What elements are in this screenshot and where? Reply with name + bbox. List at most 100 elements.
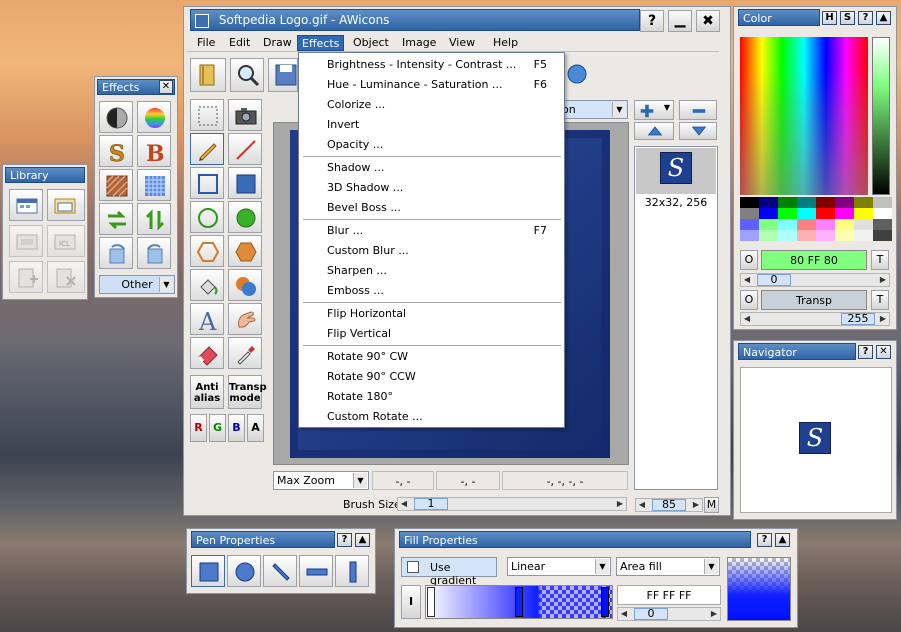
- library-add-button[interactable]: [9, 261, 43, 293]
- palette-swatch[interactable]: [778, 197, 797, 208]
- fill-mode-combo[interactable]: Area fill ▼: [616, 557, 720, 576]
- arrow-left-icon[interactable]: ◀: [636, 499, 648, 511]
- fill-pin-button[interactable]: ▲: [775, 533, 790, 547]
- color-pin-button[interactable]: ▲: [876, 11, 891, 25]
- use-gradient-checkbox[interactable]: Use gradient: [401, 557, 497, 587]
- menu-colorize[interactable]: Colorize ...: [327, 95, 561, 115]
- gradient-alpha-thumb[interactable]: 0: [634, 608, 668, 620]
- menu-hue[interactable]: Hue - Luminance - Saturation ... F6: [327, 75, 561, 95]
- menu-edit[interactable]: Edit: [225, 35, 254, 51]
- smudge-tool[interactable]: [228, 303, 262, 335]
- menu-blur[interactable]: Blur ... F7: [327, 221, 561, 241]
- palette-swatch[interactable]: [835, 197, 854, 208]
- polygon-outline-tool[interactable]: [190, 235, 224, 267]
- menu-view[interactable]: View: [445, 35, 479, 51]
- arrow-right-icon[interactable]: ▶: [708, 608, 720, 620]
- palette-swatch[interactable]: [778, 230, 797, 241]
- gradient-stop-mid[interactable]: [515, 587, 523, 617]
- replace-color-tool[interactable]: [228, 269, 262, 301]
- globe-button[interactable]: [566, 58, 588, 92]
- arrow-right-icon[interactable]: ▶: [877, 313, 889, 325]
- help-button[interactable]: ?: [640, 10, 664, 32]
- ellipse-outline-tool[interactable]: [190, 201, 224, 233]
- menu-effects[interactable]: Effects: [297, 35, 345, 51]
- palette-swatch[interactable]: [816, 219, 835, 230]
- icon-list-scroll-thumb[interactable]: 85: [652, 499, 686, 511]
- effect-shadow-text-button[interactable]: S: [99, 135, 133, 167]
- back-alpha-thumb[interactable]: 255: [841, 313, 875, 325]
- color-picker-tool[interactable]: [228, 337, 262, 369]
- chevron-down-icon[interactable]: ▼: [595, 559, 609, 574]
- channel-a-toggle[interactable]: A: [247, 414, 264, 442]
- palette-swatch[interactable]: [797, 208, 816, 219]
- navigator-titlebar[interactable]: Navigator: [738, 343, 856, 360]
- arrow-right-icon[interactable]: ▶: [690, 499, 702, 511]
- menu-flip-vertical[interactable]: Flip Vertical: [327, 324, 561, 344]
- library-remove-button[interactable]: [47, 261, 85, 293]
- effects-close-button[interactable]: ✕: [159, 80, 173, 94]
- fore-alpha-thumb[interactable]: 0: [757, 274, 791, 286]
- navigator-close-button[interactable]: ✕: [876, 345, 891, 359]
- menu-rotate-180[interactable]: Rotate 180°: [327, 387, 561, 407]
- menu-3d-shadow[interactable]: 3D Shadow ...: [327, 178, 561, 198]
- pen-help-button[interactable]: ?: [337, 533, 352, 547]
- arrow-left-icon[interactable]: ◀: [741, 274, 753, 286]
- zoom-button[interactable]: [230, 58, 264, 92]
- pencil-tool[interactable]: [190, 133, 224, 165]
- effect-rainbow-button[interactable]: [137, 101, 171, 133]
- menu-custom-rotate[interactable]: Custom Rotate ...: [327, 407, 561, 427]
- arrow-left-icon[interactable]: ◀: [398, 498, 410, 510]
- menu-object[interactable]: Object: [349, 35, 393, 51]
- polygon-filled-tool[interactable]: [228, 235, 262, 267]
- palette-swatch[interactable]: [759, 219, 778, 230]
- menu-sharpen[interactable]: Sharpen ...: [327, 261, 561, 281]
- menu-emboss[interactable]: Emboss ...: [327, 281, 561, 301]
- palette-swatch[interactable]: [835, 219, 854, 230]
- chevron-down-icon[interactable]: ▼: [704, 559, 718, 574]
- rect-filled-tool[interactable]: [228, 167, 262, 199]
- palette-swatch[interactable]: [740, 197, 759, 208]
- effects-other-combo[interactable]: Other ▼: [99, 275, 175, 294]
- remove-image-button[interactable]: [679, 100, 717, 120]
- gradient-type-combo[interactable]: Linear ▼: [507, 557, 611, 576]
- invert-gradient-button[interactable]: I: [401, 585, 421, 619]
- back-color-swatch[interactable]: Transp: [761, 290, 867, 310]
- palette-swatch[interactable]: [778, 208, 797, 219]
- line-tool[interactable]: [228, 133, 262, 165]
- color-titlebar[interactable]: Color: [738, 9, 820, 26]
- pen-diagonal-brush[interactable]: [263, 555, 297, 587]
- menu-custom-blur[interactable]: Custom Blur ...: [327, 241, 561, 261]
- capture-tool[interactable]: [228, 99, 262, 131]
- menu-rotate-ccw[interactable]: Rotate 90° CCW: [327, 367, 561, 387]
- eraser-tool[interactable]: [190, 337, 224, 369]
- palette-swatch[interactable]: [778, 219, 797, 230]
- color-spectrum[interactable]: [740, 37, 868, 195]
- palette-swatch[interactable]: [816, 197, 835, 208]
- menu-opacity[interactable]: Opacity ...: [327, 135, 561, 155]
- add-image-button[interactable]: ▼: [634, 100, 674, 120]
- fore-alpha-slider[interactable]: ◀ 0 ▶: [740, 273, 890, 287]
- fore-t-button[interactable]: T: [871, 250, 889, 270]
- effects-titlebar[interactable]: Effects ✕: [97, 79, 175, 95]
- brush-size-slider[interactable]: ◀ 1 ▶: [397, 497, 627, 511]
- menu-image[interactable]: Image: [398, 35, 440, 51]
- palette-swatch[interactable]: [873, 219, 892, 230]
- channel-b-toggle[interactable]: B: [228, 414, 245, 442]
- palette-swatch[interactable]: [759, 208, 778, 219]
- back-alpha-slider[interactable]: ◀ 255 ▶: [740, 312, 890, 326]
- channel-g-toggle[interactable]: G: [209, 414, 226, 442]
- library-icl-button[interactable]: ICL: [47, 225, 85, 257]
- fill-help-button[interactable]: ?: [757, 533, 772, 547]
- pen-vertical-brush[interactable]: [335, 555, 369, 587]
- fill-tool[interactable]: [190, 269, 224, 301]
- antialias-toggle[interactable]: Anti alias: [190, 375, 224, 409]
- rect-outline-tool[interactable]: [190, 167, 224, 199]
- color-s-button[interactable]: S: [840, 11, 855, 25]
- back-o-button[interactable]: O: [740, 290, 758, 310]
- effect-emboss-text-button[interactable]: B: [137, 135, 171, 167]
- luminance-bar[interactable]: [872, 37, 890, 195]
- palette-swatch[interactable]: [816, 230, 835, 241]
- palette-swatch[interactable]: [854, 219, 873, 230]
- icon-list-scrollbar[interactable]: ◀ 85 ▶: [635, 498, 703, 512]
- navigator-help-button[interactable]: ?: [858, 345, 873, 359]
